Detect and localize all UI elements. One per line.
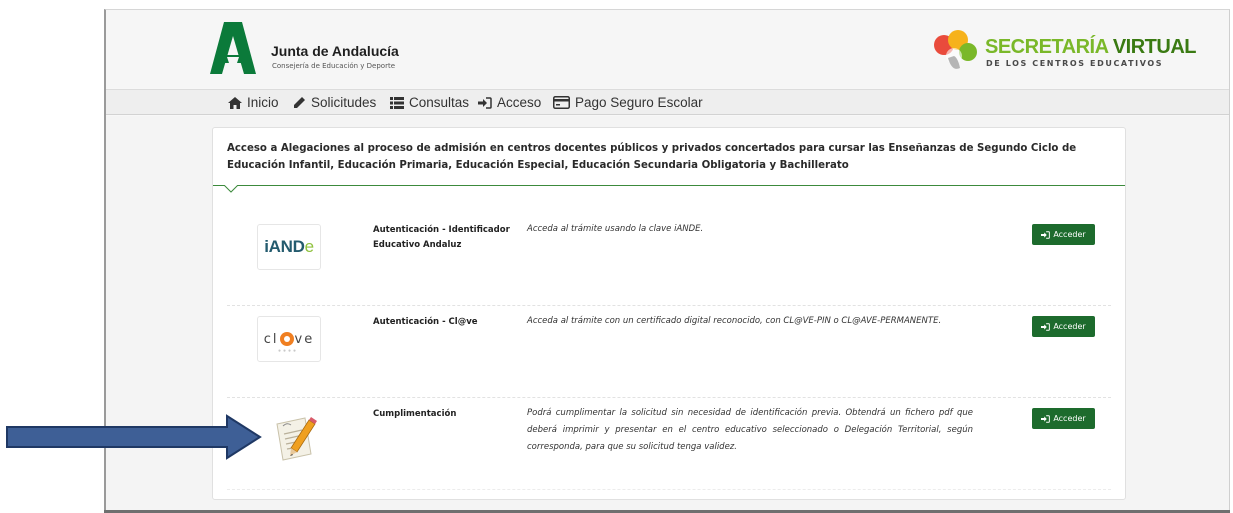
- iande-logo: iANDe: [257, 224, 321, 270]
- method-description: Acceda al trámite con un certificado dig…: [527, 316, 942, 326]
- button-label: Acceder: [1053, 230, 1086, 239]
- sv-title-part-dark: VIRTUAL: [1112, 36, 1197, 58]
- sign-in-icon: [1041, 322, 1051, 331]
- nav-item-inicio[interactable]: Inicio: [228, 95, 279, 110]
- method-description: Acceda al trámite usando la clave iANDE.: [527, 224, 704, 234]
- secretaria-virtual-title: SECRETARÍA VIRTUAL: [985, 36, 1197, 59]
- sign-in-icon: [1041, 414, 1051, 423]
- button-label: Acceder: [1053, 414, 1086, 423]
- main-content: Acceso a Alegaciones al proceso de admis…: [106, 116, 1229, 513]
- secretaria-virtual-logo-icon[interactable]: [928, 28, 978, 74]
- method-name: Autenticación - Cl@ve: [373, 317, 478, 327]
- button-label: Acceder: [1053, 322, 1086, 331]
- access-method-row-cumplimentacion: Cumplimentación Podrá cumplimentar la so…: [227, 398, 1111, 490]
- iande-logo-main: iAND: [264, 237, 305, 256]
- pencil-icon: [294, 97, 305, 108]
- main-nav: Inicio Solicitudes Consultas Acceso Pago…: [106, 89, 1229, 115]
- divider-notch-icon: [224, 185, 238, 193]
- list-icon: [390, 96, 404, 109]
- nav-label: Inicio: [247, 95, 279, 110]
- panel-title: Acceso a Alegaciones al proceso de admis…: [227, 143, 1077, 171]
- credit-card-icon: [553, 96, 570, 109]
- nav-label: Solicitudes: [311, 95, 377, 110]
- clave-logo-right: ve: [294, 331, 315, 347]
- acceder-button-iande[interactable]: Acceder: [1032, 224, 1095, 245]
- secretaria-virtual-subtitle: DE LOS CENTROS EDUCATIVOS: [986, 59, 1164, 68]
- clave-logo-text: cl ve: [264, 332, 314, 347]
- annotation-arrow-icon: [6, 414, 262, 460]
- iande-logo-text: iANDe: [264, 237, 314, 257]
- org-name: Junta de Andalucía: [271, 43, 399, 59]
- acceder-button-cumplimentacion[interactable]: Acceder: [1032, 408, 1095, 429]
- access-method-row-clave: cl ve ●●●● Autenticación - Cl@ve Acceda a…: [227, 306, 1111, 398]
- nav-label: Consultas: [409, 95, 470, 110]
- nav-label: Acceso: [497, 95, 542, 110]
- junta-andalucia-logo-icon[interactable]: [210, 22, 256, 74]
- method-name: Autenticación - Identificador Educativo …: [373, 225, 510, 250]
- access-panel: Acceso a Alegaciones al proceso de admis…: [212, 127, 1126, 500]
- method-name: Cumplimentación: [373, 409, 457, 419]
- browser-viewport: Junta de Andalucía Consejería de Educaci…: [104, 9, 1230, 513]
- home-icon: [228, 96, 242, 109]
- clave-logo-left: cl: [263, 331, 279, 347]
- nav-item-solicitudes[interactable]: Solicitudes: [293, 95, 376, 110]
- sv-title-part: SECRETARÍA: [985, 36, 1113, 58]
- acceder-button-clave[interactable]: Acceder: [1032, 316, 1095, 337]
- nav-item-acceso[interactable]: Acceso: [478, 95, 541, 110]
- nav-item-pago-seguro-escolar[interactable]: Pago Seguro Escolar: [553, 95, 703, 110]
- form-pencil-icon: [276, 417, 317, 461]
- nav-label: Pago Seguro Escolar: [575, 95, 703, 110]
- access-method-row-iande: iANDe Autenticación - Identificador Educ…: [227, 214, 1111, 306]
- method-description: Podrá cumplimentar la solicitud sin nece…: [527, 408, 973, 452]
- panel-divider: [213, 185, 1125, 186]
- sign-in-icon: [478, 96, 492, 109]
- nav-item-consultas[interactable]: Consultas: [390, 95, 469, 110]
- iande-logo-end: e: [304, 237, 314, 256]
- org-subtitle: Consejería de Educación y Deporte: [272, 62, 396, 70]
- clave-logo-dots: ●●●●: [278, 348, 299, 354]
- site-header: Junta de Andalucía Consejería de Educaci…: [106, 10, 1229, 88]
- clave-logo: cl ve ●●●●: [257, 316, 321, 362]
- sign-in-icon: [1041, 230, 1051, 239]
- clave-at-icon: [279, 332, 294, 346]
